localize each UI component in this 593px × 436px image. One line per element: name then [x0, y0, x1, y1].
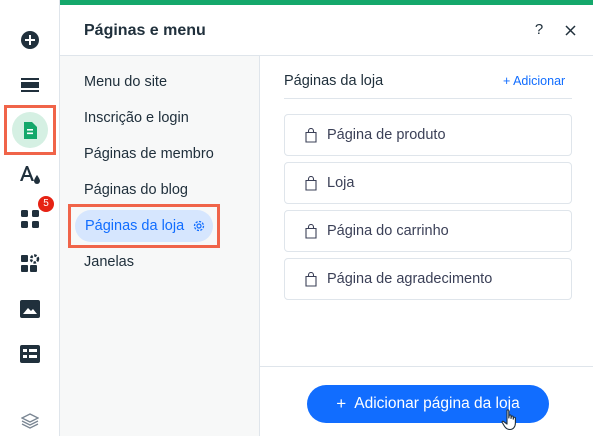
nav-highlight-frame: Páginas da loja: [68, 204, 220, 248]
layers-icon: [21, 413, 39, 429]
business-icon: [21, 254, 40, 272]
plus-icon: +: [336, 394, 347, 413]
layers-button[interactable]: [8, 403, 52, 436]
pages-menu-button[interactable]: [4, 105, 56, 155]
close-icon: [564, 24, 576, 36]
apps-icon: [21, 210, 39, 228]
shopping-bag-icon: [305, 127, 317, 143]
media-icon: [20, 300, 40, 318]
section-title: Páginas da loja: [284, 73, 384, 89]
help-button[interactable]: ?: [530, 20, 548, 40]
store-pages-content: Páginas da loja + Adicionar Página de pr…: [260, 56, 593, 436]
panel-footer: + Adicionar página da loja: [260, 366, 593, 436]
business-button[interactable]: [8, 246, 52, 282]
add-icon: [21, 31, 39, 49]
pages-nav: Menu do site Inscrição e login Páginas d…: [60, 56, 260, 436]
hand-cursor-icon: [501, 409, 516, 431]
add-page-link[interactable]: + Adicionar: [503, 74, 565, 88]
section-divider: [284, 98, 572, 99]
media-button[interactable]: [8, 291, 52, 327]
nav-item-member-pages[interactable]: Páginas de membro: [84, 144, 214, 164]
add-store-page-label: Adicionar página da loja: [354, 395, 520, 412]
page-card-label: Página de agradecimento: [327, 271, 493, 287]
add-elements-button[interactable]: [8, 22, 52, 58]
nav-item-popups[interactable]: Janelas: [84, 252, 134, 272]
page-card-cart[interactable]: Página do carrinho: [284, 210, 572, 252]
nav-item-store-pages[interactable]: Páginas da loja: [75, 210, 213, 242]
page-card-label: Página de produto: [327, 127, 446, 143]
page-card-shop[interactable]: Loja: [284, 162, 572, 204]
pages-menu-panel: Páginas e menu ? Menu do site Inscrição …: [60, 0, 593, 436]
pages-active-indicator: [12, 112, 48, 148]
page-card-thank-you[interactable]: Página de agradecimento: [284, 258, 572, 300]
close-button[interactable]: [560, 20, 580, 40]
shopping-bag-icon: [305, 175, 317, 191]
cms-icon: [20, 345, 40, 363]
sections-icon: [21, 78, 39, 92]
page-card-label: Página do carrinho: [327, 223, 449, 239]
page-card-product[interactable]: Página de produto: [284, 114, 572, 156]
nav-item-signup-login[interactable]: Inscrição e login: [84, 108, 189, 128]
editor-tool-rail: 5: [0, 0, 60, 436]
panel-title: Páginas e menu: [84, 22, 206, 39]
cms-button[interactable]: [8, 336, 52, 372]
pages-icon: [24, 121, 37, 139]
panel-header: Páginas e menu ?: [60, 5, 593, 56]
page-card-label: Loja: [327, 175, 355, 191]
nav-item-site-menu[interactable]: Menu do site: [84, 72, 167, 92]
gear-icon[interactable]: [192, 219, 206, 233]
notification-badge: 5: [38, 196, 54, 212]
sections-button[interactable]: [8, 67, 52, 103]
shopping-bag-icon: [305, 271, 317, 287]
shopping-bag-icon: [305, 223, 317, 239]
nav-item-blog-pages[interactable]: Páginas do blog: [84, 180, 188, 200]
theme-button[interactable]: [8, 157, 52, 193]
theme-icon: [20, 166, 40, 184]
nav-item-store-pages-label: Páginas da loja: [85, 218, 185, 234]
